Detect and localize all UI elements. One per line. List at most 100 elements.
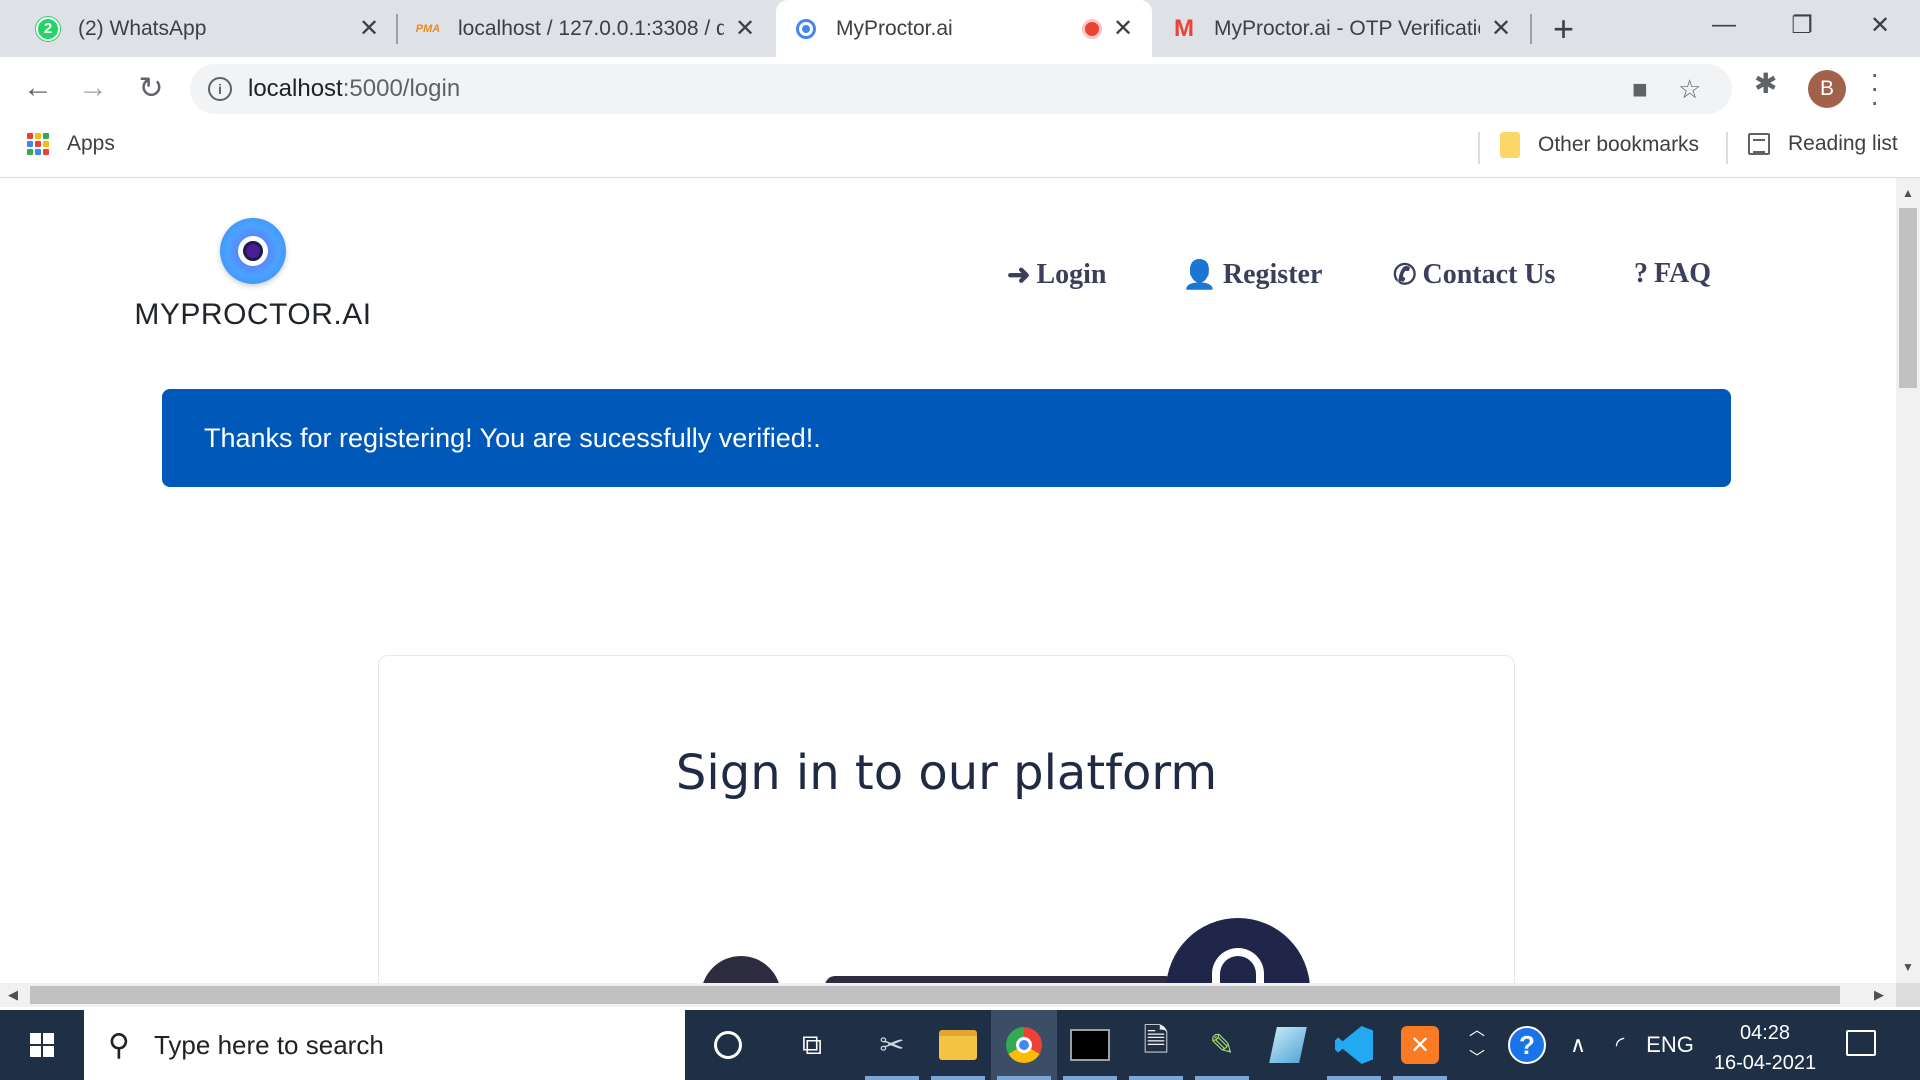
notification-icon[interactable] [1846, 1030, 1876, 1056]
tray-help[interactable]: ? [1502, 1010, 1552, 1080]
close-icon[interactable]: ✕ [358, 14, 380, 43]
tab-divider [1530, 14, 1532, 44]
nav-register[interactable]: 👤 Register [1182, 258, 1322, 292]
minimize-button[interactable]: — [1685, 0, 1763, 50]
address-bar[interactable]: i localhost:5000/login ■ ☆ [190, 64, 1732, 114]
signin-card: Sign in to our platform [378, 655, 1515, 983]
wifi-icon: ◜ [1615, 1032, 1625, 1057]
cortana-icon [714, 1031, 742, 1059]
vscode-icon [1335, 1026, 1373, 1064]
taskbar-scroll[interactable]: ︿ ﹀ [1462, 1010, 1492, 1080]
tab-myproctor[interactable]: MyProctor.ai ✕ [776, 0, 1152, 57]
illustration-screen [825, 976, 1175, 983]
clock-time: 04:28 [1739, 1022, 1791, 1044]
url-text[interactable]: localhost:5000/login [248, 75, 460, 103]
taskbar-xampp[interactable]: ✕ [1387, 1010, 1453, 1080]
chrome-icon [1006, 1027, 1042, 1063]
nav-faq[interactable]: ? FAQ [1634, 258, 1711, 290]
apps-icon [27, 133, 49, 155]
scroll-up-icon[interactable]: ▲ [1902, 186, 1914, 200]
help-icon: ? [1508, 1026, 1546, 1064]
nav-label: FAQ [1654, 258, 1712, 289]
task-view-button[interactable]: ⧉ [779, 1010, 845, 1080]
recording-icon [1082, 18, 1102, 39]
tray-clock[interactable]: 04:28 16-04-2021 [1700, 1018, 1830, 1078]
camera-icon[interactable]: ■ [1632, 74, 1648, 105]
close-icon[interactable]: ✕ [1490, 14, 1512, 43]
bookmark-divider [1478, 132, 1480, 164]
tray-language[interactable]: ENG [1642, 1010, 1698, 1080]
nav-label: Register [1222, 259, 1323, 290]
brand-name: MYPROCTOR.AI [134, 298, 372, 331]
url-path: :5000/login [342, 75, 461, 102]
tab-title: MyProctor.ai - OTP Verificatio [1214, 16, 1480, 40]
star-icon[interactable]: ☆ [1678, 74, 1701, 105]
tab-whatsapp[interactable]: 2 (2) WhatsApp ✕ [18, 0, 398, 57]
scroll-thumb[interactable] [30, 986, 1840, 1004]
success-alert: Thanks for registering! You are sucessfu… [162, 389, 1731, 487]
logo-icon [220, 218, 286, 284]
user-plus-icon: 👤 [1182, 260, 1217, 291]
xampp-icon: ✕ [1401, 1026, 1439, 1064]
clock-date: 16-04-2021 [1713, 1052, 1817, 1074]
bookmark-apps[interactable]: Apps [27, 132, 115, 156]
taskbar-terminal[interactable] [1057, 1010, 1123, 1080]
python-file-icon: 🗎 [1143, 1022, 1169, 1058]
forward-button[interactable]: → [70, 65, 116, 111]
taskbar-notepad[interactable]: ✎ [1189, 1010, 1255, 1080]
folder-icon [1500, 132, 1520, 158]
nav-login[interactable]: ➜ Login [1007, 258, 1107, 292]
nav-contact[interactable]: ✆ Contact Us [1393, 258, 1555, 292]
taskbar-python[interactable]: 🗎 [1123, 1010, 1189, 1080]
tray-overflow[interactable]: ∧ [1558, 1010, 1598, 1080]
profile-avatar[interactable]: B [1808, 70, 1846, 108]
tab-title: localhost / 127.0.0.1:3308 / q [458, 16, 724, 40]
bookmark-label: Reading list [1788, 132, 1898, 155]
taskbar-search[interactable]: ⚲ Type here to search [84, 1010, 685, 1080]
scroll-thumb[interactable] [1899, 208, 1917, 388]
tray-network[interactable]: ◜ [1600, 1010, 1640, 1080]
phone-icon: ✆ [1393, 260, 1417, 291]
taskbar-snip[interactable]: ✂ [859, 1010, 925, 1080]
taskbar-vscode[interactable] [1321, 1010, 1387, 1080]
horizontal-scrollbar[interactable]: ◀ ▶ [0, 983, 1896, 1007]
taskbar-chrome[interactable] [991, 1010, 1057, 1080]
scroll-right-icon[interactable]: ▶ [1874, 987, 1884, 1003]
snipping-icon: ✂ [879, 1028, 905, 1062]
notification-badge: 2 [36, 16, 60, 41]
tab-phpmyadmin[interactable]: PMA localhost / 127.0.0.1:3308 / q ✕ [398, 0, 774, 57]
tab-gmail[interactable]: M MyProctor.ai - OTP Verificatio ✕ [1154, 0, 1530, 57]
nav-label: Login [1036, 259, 1107, 290]
menu-icon[interactable]: · · · [1870, 60, 1879, 116]
terminal-icon [1070, 1029, 1110, 1061]
chrome-page-icon [794, 17, 818, 41]
back-button[interactable]: ← [15, 65, 61, 111]
illustration-person [701, 956, 781, 983]
bookmark-reading-list[interactable]: Reading list [1748, 132, 1898, 156]
start-button[interactable] [0, 1010, 84, 1080]
taskbar-app[interactable] [1255, 1010, 1321, 1080]
reading-list-icon [1748, 133, 1770, 155]
brand[interactable]: MYPROCTOR.AI [133, 218, 373, 332]
restore-button[interactable]: ❐ [1763, 0, 1841, 50]
site-info-icon[interactable]: i [208, 77, 232, 101]
close-window-button[interactable]: ✕ [1841, 0, 1919, 50]
nav-label: Contact Us [1422, 259, 1556, 290]
tab-title: (2) WhatsApp [78, 16, 207, 40]
extensions-icon[interactable]: ✱ [1754, 67, 1777, 100]
scroll-left-icon[interactable]: ◀ [8, 987, 18, 1003]
vertical-scrollbar[interactable]: ▲ ▼ [1896, 178, 1920, 983]
page-viewport: MYPROCTOR.AI ➜ Login 👤 Register ✆ Contac… [0, 178, 1896, 983]
bookmark-other[interactable]: Other bookmarks [1500, 132, 1699, 158]
reload-button[interactable]: ↻ [128, 65, 174, 111]
scroll-down-icon[interactable]: ▼ [1902, 960, 1914, 974]
new-tab-button[interactable]: + [1553, 8, 1574, 50]
scroll-corner [1896, 983, 1920, 1007]
taskbar-explorer[interactable] [925, 1010, 991, 1080]
search-icon: ⚲ [108, 1028, 130, 1062]
notepad-icon: ✎ [1209, 1028, 1235, 1062]
close-icon[interactable]: ✕ [734, 14, 756, 43]
windows-icon [30, 1033, 54, 1057]
cortana-button[interactable] [695, 1010, 761, 1080]
close-icon[interactable]: ✕ [1112, 14, 1134, 43]
